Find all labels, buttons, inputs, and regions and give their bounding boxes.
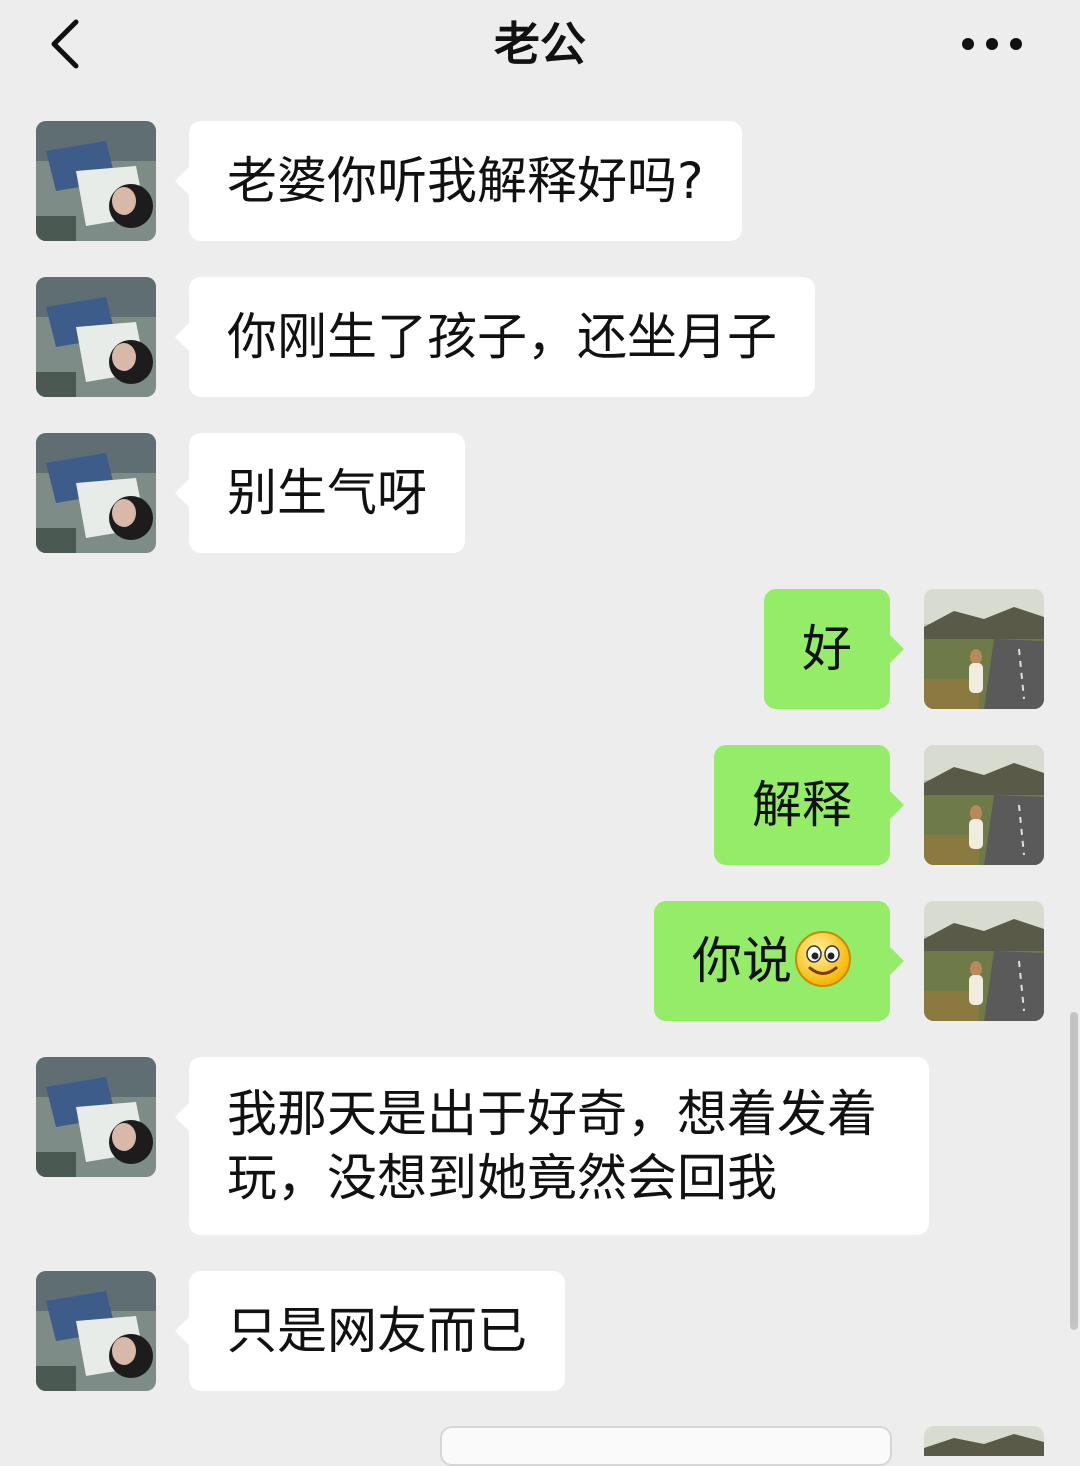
message-bubble[interactable]: 你刚生了孩子，还坐月子	[175, 277, 815, 397]
message-bubble[interactable]: 解释	[714, 745, 904, 865]
message-text: 解释	[752, 776, 852, 834]
message-text-line: 我那天是出于好奇，想着发着	[227, 1085, 877, 1143]
message-bubble[interactable]: 老婆你听我解释好吗?	[175, 121, 742, 241]
message-text: 你刚生了孩子，还坐月子	[227, 308, 777, 366]
message-text: 别生气呀	[227, 464, 427, 522]
contact-avatar[interactable]	[36, 121, 156, 241]
message-bubble-partial[interactable]	[440, 1426, 892, 1466]
scrollbar[interactable]	[1070, 1012, 1078, 1330]
chat-title: 老公	[494, 17, 586, 71]
contact-avatar[interactable]	[36, 1271, 156, 1391]
message-bubble[interactable]: 好	[764, 589, 904, 709]
message-text: 只是网友而已	[227, 1302, 527, 1360]
message-text: 好	[802, 620, 852, 678]
message-bubble[interactable]: 别生气呀	[175, 433, 465, 553]
contact-avatar[interactable]	[36, 1057, 156, 1177]
more-button[interactable]	[952, 14, 1032, 74]
message-bubble[interactable]: 只是网友而已	[175, 1271, 565, 1391]
my-avatar[interactable]	[924, 901, 1044, 1021]
message-text: 老婆你听我解释好吗?	[227, 152, 704, 210]
message-list[interactable]: 老婆你听我解释好吗? 你刚生了孩子，还坐月子 别生气呀 好 解释 你说 我那天是…	[0, 90, 1080, 1440]
message-bubble[interactable]: 我那天是出于好奇，想着发着 玩，没想到她竟然会回我	[175, 1057, 929, 1235]
message-text-line: 玩，没想到她竟然会回我	[227, 1149, 777, 1207]
message-text: 你说	[692, 932, 792, 990]
smiley-emoji-icon	[795, 931, 851, 987]
message-bubble[interactable]: 你说	[654, 901, 904, 1021]
more-dots-icon	[962, 38, 1022, 50]
my-avatar[interactable]	[924, 745, 1044, 865]
contact-avatar[interactable]	[36, 277, 156, 397]
chat-header: 老公	[0, 0, 1080, 90]
my-avatar[interactable]	[924, 1426, 1044, 1456]
my-avatar[interactable]	[924, 589, 1044, 709]
contact-avatar[interactable]	[36, 433, 156, 553]
